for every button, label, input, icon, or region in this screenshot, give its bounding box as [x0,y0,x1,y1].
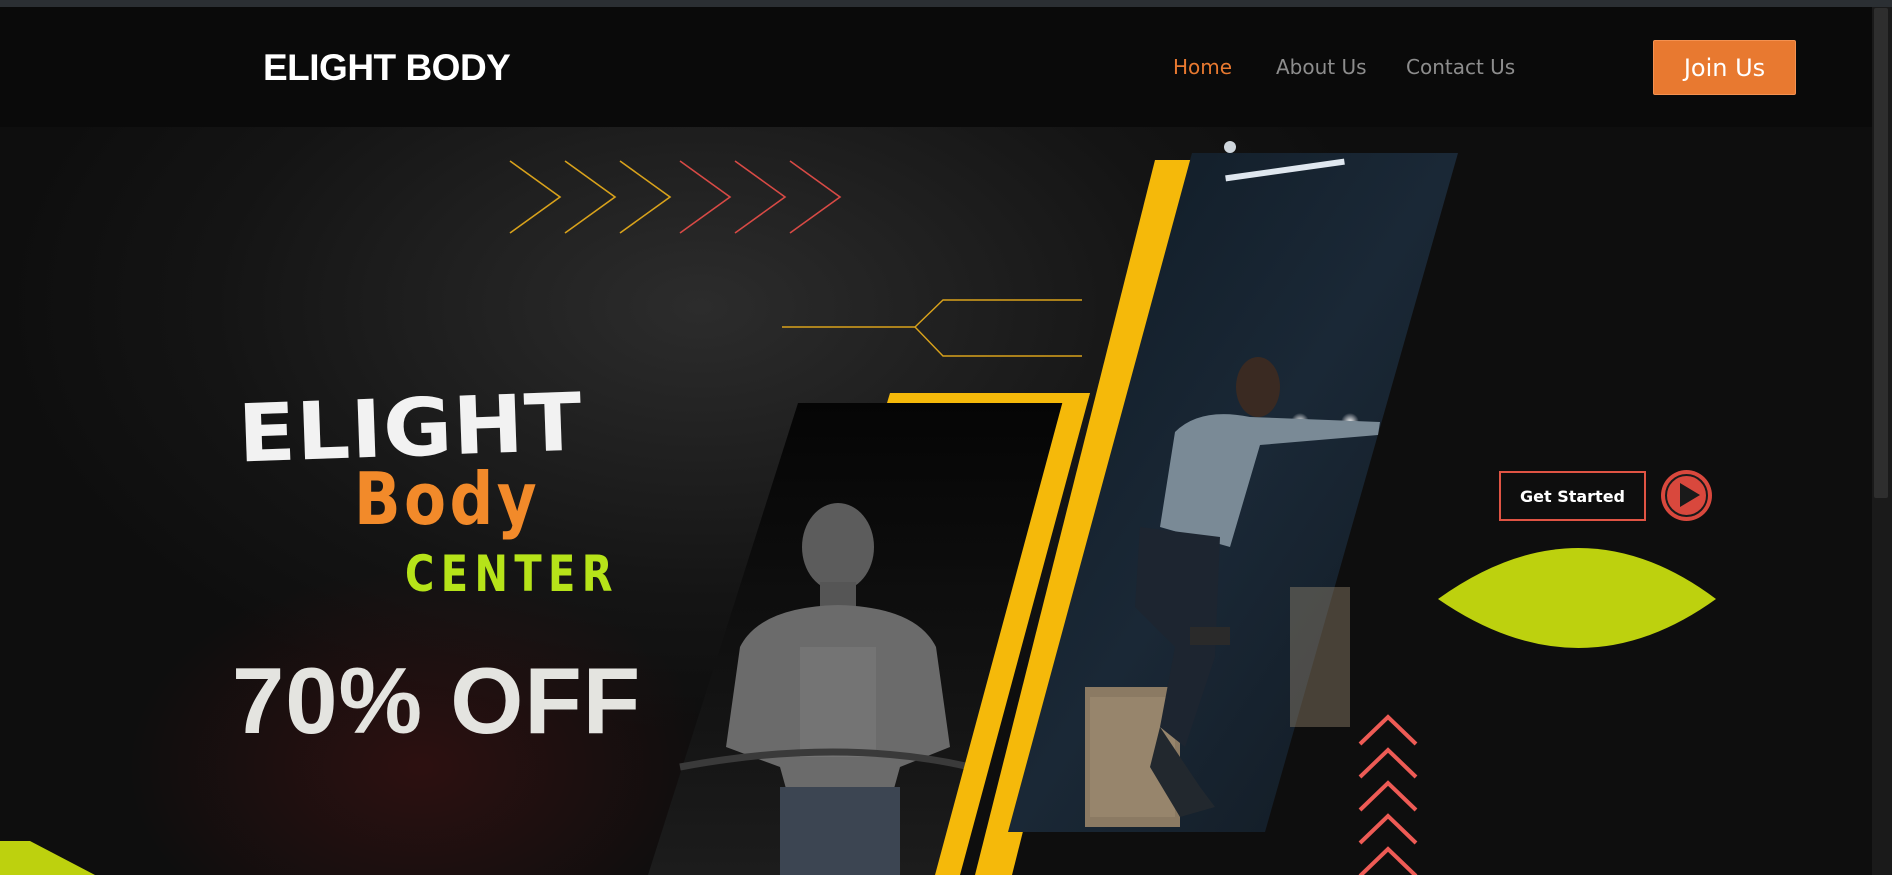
site-logo[interactable]: ELIGHT BODY [263,47,511,89]
chevron-up-icon [1358,714,1418,875]
join-us-button[interactable]: Join Us [1653,40,1796,95]
line-decoration [782,299,1082,357]
browser-top-strip [0,0,1892,7]
nav-contact-us[interactable]: Contact Us [1406,55,1515,79]
nav-home[interactable]: Home [1173,55,1232,79]
nav-about-us[interactable]: About Us [1276,55,1367,79]
lime-corner-shape [0,841,95,875]
site-header: ELIGHT BODY Home About Us Contact Us Joi… [0,7,1872,127]
brand-title-center: CENTER [405,545,619,603]
hero-section: ELIGHT Body CENTER 70% OFF Get Started [0,127,1872,875]
brand-title-body: Body [354,457,541,541]
lime-leaf-shape [1438,548,1716,648]
scrollbar-thumb[interactable] [1874,8,1888,498]
get-started-button[interactable]: Get Started [1499,471,1646,521]
chevron-right-icon [509,160,842,234]
promo-discount: 70% OFF [232,648,642,753]
play-icon[interactable] [1661,470,1712,521]
